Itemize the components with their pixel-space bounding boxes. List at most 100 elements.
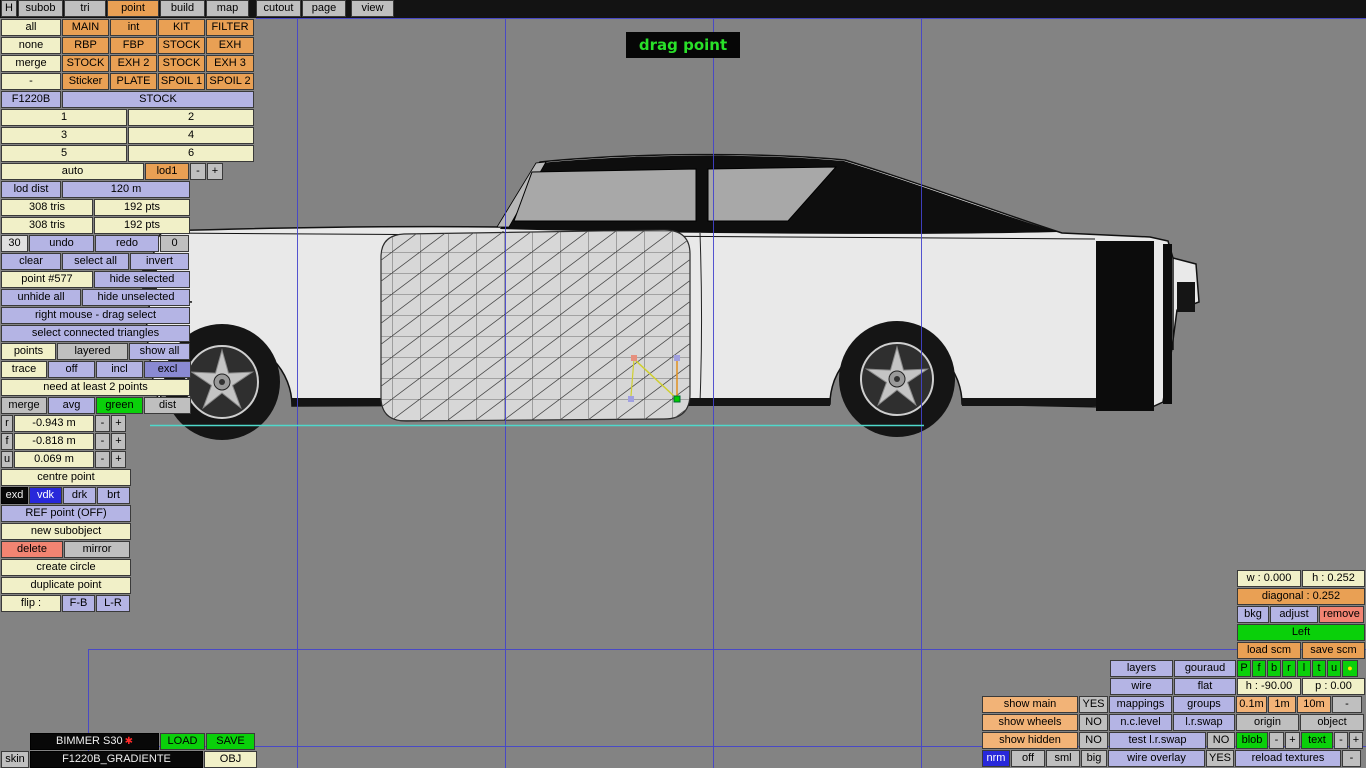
- incl-button[interactable]: incl: [96, 361, 143, 378]
- green-button[interactable]: green: [96, 397, 143, 414]
- stock-button[interactable]: STOCK: [158, 55, 205, 72]
- page-button[interactable]: page: [302, 0, 346, 17]
- text-button[interactable]: text: [1301, 732, 1333, 749]
- save-button[interactable]: SAVE: [206, 733, 255, 750]
- big-button[interactable]: big: [1081, 750, 1107, 767]
- slot-5-button[interactable]: 5: [1, 145, 127, 162]
- off-button[interactable]: off: [1011, 750, 1045, 767]
- layers-button[interactable]: layers: [1110, 660, 1173, 677]
- exd-selected-button[interactable]: exd: [1, 487, 28, 504]
- blob-plus-button[interactable]: +: [1285, 732, 1300, 749]
- adjust-button[interactable]: adjust: [1270, 606, 1318, 623]
- hide-selected-button[interactable]: hide selected: [94, 271, 190, 288]
- obj-export-button[interactable]: OBJ: [204, 751, 257, 768]
- r-coordinate-value[interactable]: -0.943 m: [14, 415, 94, 432]
- wire-overlay-button[interactable]: wire overlay: [1108, 750, 1205, 767]
- undo-button[interactable]: undo: [29, 235, 94, 252]
- l-r-swap-button[interactable]: l.r.swap: [1173, 714, 1235, 731]
- exh-2-button[interactable]: EXH 2: [110, 55, 157, 72]
- filter-none-button[interactable]: -: [1, 73, 61, 90]
- none-button[interactable]: none: [1, 37, 61, 54]
- test-lr-swap-state-button[interactable]: NO: [1207, 732, 1235, 749]
- all-button[interactable]: all: [1, 19, 61, 36]
- spoil-2-button[interactable]: SPOIL 2: [206, 73, 254, 90]
- nrm-selected-button[interactable]: nrm: [982, 750, 1010, 767]
- filter-button[interactable]: FILTER: [206, 19, 254, 36]
- show-hidden-state-button[interactable]: NO: [1079, 732, 1108, 749]
- exh-button[interactable]: EXH: [206, 37, 254, 54]
- rbp-button[interactable]: RBP: [62, 37, 109, 54]
- tab-point-selected[interactable]: point: [107, 0, 159, 17]
- skin-name-field[interactable]: F1220B_GRADIENTE: [30, 751, 203, 768]
- grid-1m-button[interactable]: 1m: [1268, 696, 1296, 713]
- stock-button[interactable]: STOCK: [158, 37, 205, 54]
- lod-minus-button[interactable]: -: [190, 163, 206, 180]
- layered-button[interactable]: layered: [57, 343, 128, 360]
- fbp-button[interactable]: FBP: [110, 37, 157, 54]
- create-circle-button[interactable]: create circle: [1, 559, 131, 576]
- merge-button[interactable]: merge: [1, 55, 61, 72]
- dist-button[interactable]: dist: [144, 397, 191, 414]
- slot-1-button[interactable]: 1: [1, 109, 127, 126]
- redo-button[interactable]: redo: [95, 235, 159, 252]
- avg-button[interactable]: avg: [48, 397, 95, 414]
- cutout-button[interactable]: cutout: [256, 0, 301, 17]
- points-button[interactable]: points: [1, 343, 56, 360]
- h-button[interactable]: H: [1, 0, 17, 17]
- flip-front-back-button[interactable]: F-B: [62, 595, 95, 612]
- new-subobject-button[interactable]: new subobject: [1, 523, 131, 540]
- r-minus-button[interactable]: -: [95, 415, 110, 432]
- wire-overlay-state-button[interactable]: YES: [1206, 750, 1234, 767]
- model-name-field[interactable]: BIMMER S30 ✱: [30, 733, 159, 750]
- show-main-state-button[interactable]: YES: [1079, 696, 1108, 713]
- reload-textures-button[interactable]: reload textures: [1235, 750, 1341, 767]
- flat-button[interactable]: flat: [1174, 678, 1236, 695]
- show-hidden-button[interactable]: show hidden: [982, 732, 1078, 749]
- centre-point-button[interactable]: centre point: [1, 469, 131, 486]
- grid-minus-button[interactable]: -: [1332, 696, 1362, 713]
- text-plus-button[interactable]: +: [1349, 732, 1363, 749]
- select-all-button[interactable]: select all: [62, 253, 129, 270]
- show-wheels-state-button[interactable]: NO: [1079, 714, 1108, 731]
- subob-button[interactable]: subob: [18, 0, 63, 17]
- toggle-l-button[interactable]: l: [1297, 660, 1311, 677]
- map-button[interactable]: map: [206, 0, 249, 17]
- ref-point-toggle[interactable]: REF point (OFF): [1, 505, 131, 522]
- u-plus-button[interactable]: +: [111, 451, 126, 468]
- object-button[interactable]: object: [1300, 714, 1364, 731]
- r-plus-button[interactable]: +: [111, 415, 126, 432]
- toggle-t-button[interactable]: t: [1312, 660, 1326, 677]
- show-main-button[interactable]: show main: [982, 696, 1078, 713]
- spoil-1-button[interactable]: SPOIL 1: [158, 73, 205, 90]
- f-plus-button[interactable]: +: [111, 433, 126, 450]
- n-c-level-button[interactable]: n.c.level: [1109, 714, 1172, 731]
- mirror-button[interactable]: mirror: [64, 541, 130, 558]
- hide-unselected-button[interactable]: hide unselected: [82, 289, 190, 306]
- invert-button[interactable]: invert: [130, 253, 189, 270]
- kit-button[interactable]: KIT: [158, 19, 205, 36]
- tri-button[interactable]: tri: [64, 0, 106, 17]
- off-button[interactable]: off: [48, 361, 95, 378]
- text-minus-button[interactable]: -: [1334, 732, 1348, 749]
- unhide-all-button[interactable]: unhide all: [1, 289, 81, 306]
- vdk-selected-button[interactable]: vdk: [29, 487, 62, 504]
- show-all-button[interactable]: show all: [129, 343, 190, 360]
- toggle-p-button[interactable]: P: [1237, 660, 1251, 677]
- flip-left-right-button[interactable]: L-R: [96, 595, 130, 612]
- grid-10m-button[interactable]: 10m: [1297, 696, 1331, 713]
- plate-button[interactable]: PLATE: [110, 73, 157, 90]
- f-coordinate-value[interactable]: -0.818 m: [14, 433, 94, 450]
- select-connected-triangles-button[interactable]: select connected triangles: [1, 325, 190, 342]
- lod1-button[interactable]: lod1: [145, 163, 189, 180]
- build-button[interactable]: build: [160, 0, 205, 17]
- f-minus-button[interactable]: -: [95, 433, 110, 450]
- brt-button[interactable]: brt: [97, 487, 130, 504]
- blob-minus-button[interactable]: -: [1269, 732, 1284, 749]
- main-button[interactable]: MAIN: [62, 19, 109, 36]
- exh-3-button[interactable]: EXH 3: [206, 55, 254, 72]
- clear-button[interactable]: clear: [1, 253, 61, 270]
- toggle-b-button[interactable]: b: [1267, 660, 1281, 677]
- gouraud-button[interactable]: gouraud: [1174, 660, 1236, 677]
- slot-2-button[interactable]: 2: [128, 109, 254, 126]
- remove-button[interactable]: remove: [1319, 606, 1364, 623]
